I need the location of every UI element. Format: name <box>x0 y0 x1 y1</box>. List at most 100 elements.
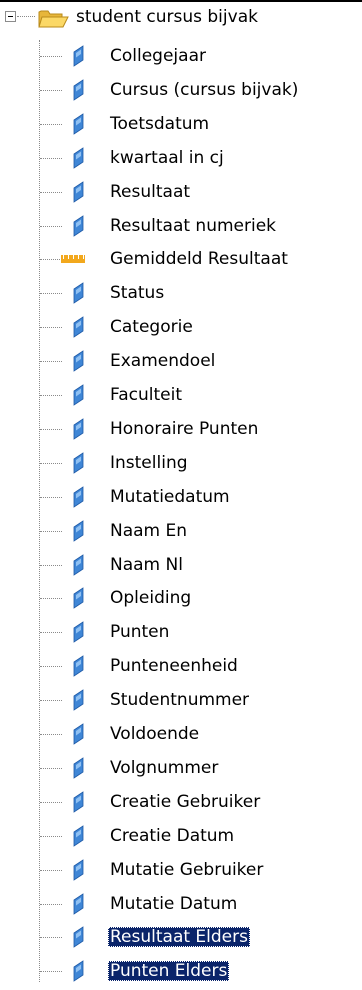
field-icon <box>73 791 84 813</box>
tree-item-collegejaar[interactable]: Collegejaar <box>0 39 362 73</box>
tree-item-label[interactable]: Instelling <box>108 453 190 473</box>
tree-item-label[interactable]: Categorie <box>108 317 195 337</box>
tree-connector <box>40 158 62 159</box>
field-icon <box>73 486 84 508</box>
field-icon <box>73 689 84 711</box>
tree-connector <box>40 937 62 938</box>
field-icon <box>73 215 84 237</box>
tree-connector <box>40 734 62 735</box>
tree-item-label[interactable]: Creatie Datum <box>108 826 236 846</box>
field-icon <box>73 554 84 576</box>
tree-item-label[interactable]: kwartaal in cj <box>108 148 226 168</box>
tree-item-label[interactable]: Naam Nl <box>108 555 185 575</box>
open-folder-icon <box>38 10 69 28</box>
tree-item-label[interactable]: Studentnummer <box>108 690 251 710</box>
tree-item-creatie-datum[interactable]: Creatie Datum <box>0 819 362 853</box>
field-icon <box>73 282 84 304</box>
tree-item-resultaat-elders[interactable]: Resultaat Elders <box>0 920 362 954</box>
field-icon <box>73 757 84 779</box>
tree-item-punteneenheid[interactable]: Punteneenheid <box>0 649 362 683</box>
tree-item-mutatie-datum[interactable]: Mutatie Datum <box>0 887 362 921</box>
tree-connector <box>40 327 62 328</box>
tree-connector <box>40 497 62 498</box>
tree-item-naam-en[interactable]: Naam En <box>0 514 362 548</box>
tree-item-studentnummer[interactable]: Studentnummer <box>0 683 362 717</box>
tree-item-label[interactable]: Gemiddeld Resultaat <box>108 249 290 269</box>
tree-connector <box>40 124 62 125</box>
field-icon <box>73 45 84 67</box>
tree-item-honoraire-punten[interactable]: Honoraire Punten <box>0 412 362 446</box>
field-icon <box>73 621 84 643</box>
field-icon <box>73 350 84 372</box>
tree-item-label[interactable]: Creatie Gebruiker <box>108 792 262 812</box>
tree-connector <box>40 259 62 260</box>
tree-item-label[interactable]: Voldoende <box>108 724 201 744</box>
tree-connector <box>40 56 62 57</box>
tree-connector <box>40 971 62 972</box>
field-icon <box>73 316 84 338</box>
tree-item-label[interactable]: Honoraire Punten <box>108 419 260 439</box>
tree-item-punten-elders[interactable]: Punten Elders <box>0 954 362 988</box>
tree-item-punten[interactable]: Punten <box>0 615 362 649</box>
field-icon <box>73 79 84 101</box>
tree-connector <box>40 836 62 837</box>
tree-connector <box>40 598 62 599</box>
field-icon <box>73 960 84 982</box>
tree-item-label[interactable]: Collegejaar <box>108 46 208 66</box>
tree-item-kwartaal-in-cj[interactable]: kwartaal in cj <box>0 141 362 175</box>
tree-connector <box>40 802 62 803</box>
tree-item-mutatiedatum[interactable]: Mutatiedatum <box>0 480 362 514</box>
field-icon <box>73 181 84 203</box>
tree-item-label[interactable]: Status <box>108 283 166 303</box>
tree-item-opleiding[interactable]: Opleiding <box>0 581 362 615</box>
tree-item-naam-nl[interactable]: Naam Nl <box>0 548 362 582</box>
tree-item-status[interactable]: Status <box>0 276 362 310</box>
tree-item-label[interactable]: Volgnummer <box>108 758 220 778</box>
tree-connector <box>40 531 62 532</box>
tree-item-label[interactable]: Punten <box>108 622 171 642</box>
field-icon <box>73 113 84 135</box>
tree-item-resultaat-numeriek[interactable]: Resultaat numeriek <box>0 209 362 243</box>
tree-item-label[interactable]: Toetsdatum <box>108 114 211 134</box>
tree-item-label[interactable]: Mutatie Datum <box>108 894 239 914</box>
field-icon <box>73 418 84 440</box>
tree-root-label[interactable]: student cursus bijvak <box>76 7 258 27</box>
tree-item-gemiddeld-resultaat[interactable]: Gemiddeld Resultaat <box>0 242 362 276</box>
tree-connector <box>40 429 62 430</box>
tree-item-label[interactable]: Resultaat Elders <box>108 927 250 947</box>
tree-item-examendoel[interactable]: Examendoel <box>0 344 362 378</box>
tree-item-toetsdatum[interactable]: Toetsdatum <box>0 107 362 141</box>
tree-item-label[interactable]: Punten Elders <box>108 961 230 981</box>
collapse-minus-icon[interactable] <box>5 11 16 22</box>
tree-item-voldoende[interactable]: Voldoende <box>0 717 362 751</box>
tree-connector <box>40 768 62 769</box>
field-icon <box>73 655 84 677</box>
tree-connector <box>40 632 62 633</box>
tree-item-volgnummer[interactable]: Volgnummer <box>0 751 362 785</box>
tree-item-label[interactable]: Faculteit <box>108 385 184 405</box>
field-tree[interactable]: student cursus bijvak Collegejaar Cursus … <box>0 0 362 990</box>
tree-item-mutatie-gebruiker[interactable]: Mutatie Gebruiker <box>0 853 362 887</box>
tree-item-label[interactable]: Opleiding <box>108 588 193 608</box>
tree-connector <box>40 192 62 193</box>
tree-item-cursus-cursus-bijvak[interactable]: Cursus (cursus bijvak) <box>0 73 362 107</box>
tree-item-instelling[interactable]: Instelling <box>0 446 362 480</box>
tree-item-label[interactable]: Naam En <box>108 521 189 541</box>
tree-root-row[interactable]: student cursus bijvak <box>0 0 362 34</box>
tree-item-faculteit[interactable]: Faculteit <box>0 378 362 412</box>
tree-item-label[interactable]: Resultaat numeriek <box>108 216 278 236</box>
field-icon <box>73 452 84 474</box>
tree-item-categorie[interactable]: Categorie <box>0 310 362 344</box>
tree-item-label[interactable]: Resultaat <box>108 182 192 202</box>
tree-item-creatie-gebruiker[interactable]: Creatie Gebruiker <box>0 785 362 819</box>
tree-item-label[interactable]: Mutatie Gebruiker <box>108 860 265 880</box>
tree-item-label[interactable]: Examendoel <box>108 351 217 371</box>
tree-item-resultaat[interactable]: Resultaat <box>0 175 362 209</box>
tree-item-label[interactable]: Mutatiedatum <box>108 487 232 507</box>
tree-connector <box>40 870 62 871</box>
tree-item-label[interactable]: Punteneenheid <box>108 656 240 676</box>
tree-connector <box>40 700 62 701</box>
tree-item-label[interactable]: Cursus (cursus bijvak) <box>108 80 300 100</box>
tree-connector <box>40 904 62 905</box>
tree-connector <box>17 16 35 17</box>
